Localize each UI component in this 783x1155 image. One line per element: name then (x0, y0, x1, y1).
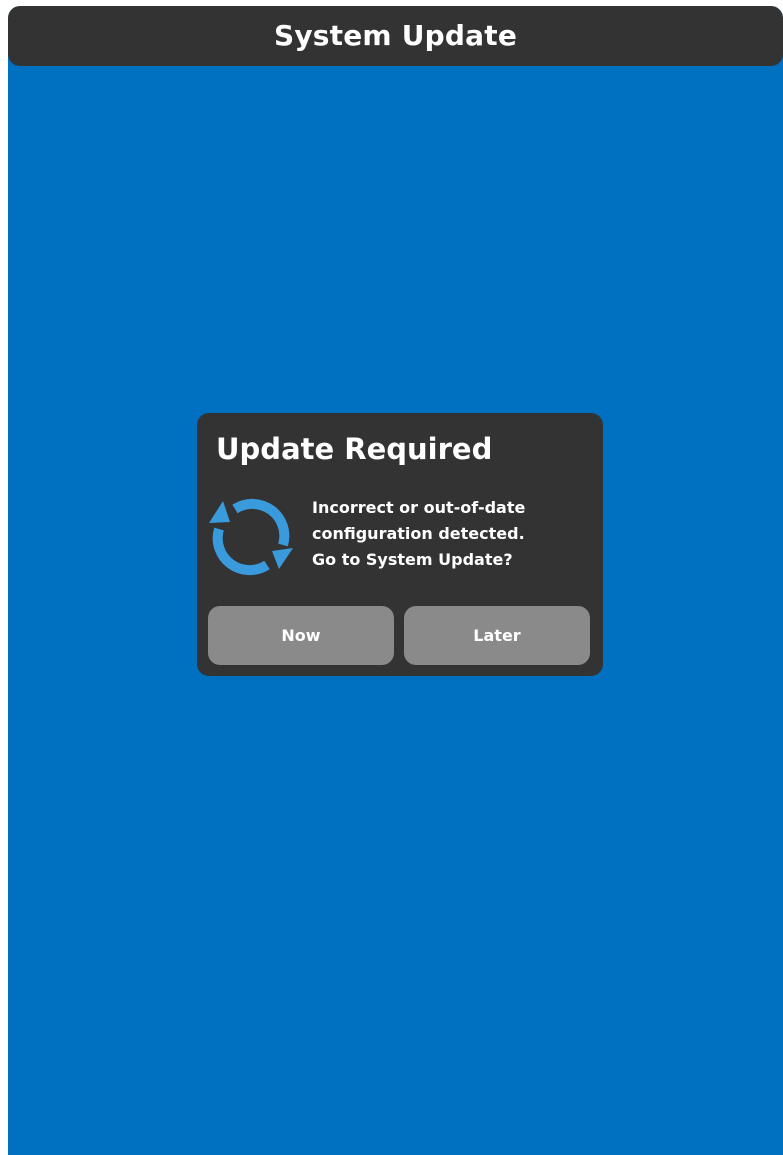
later-button[interactable]: Later (404, 606, 590, 665)
refresh-icon (205, 489, 297, 581)
update-required-dialog: Update Required Incorrect or out-of-date… (197, 413, 603, 676)
message-line: Incorrect or out-of-date (312, 498, 526, 517)
message-line: Go to System Update? (312, 550, 513, 569)
message-line: configuration detected. (312, 524, 525, 543)
dialog-message: Incorrect or out-of-date configuration d… (312, 495, 592, 573)
now-button[interactable]: Now (208, 606, 394, 665)
window-title: System Update (273, 18, 518, 52)
title-bar: System Update (8, 6, 783, 66)
dialog-title: Update Required (216, 432, 493, 466)
update-screen: System Update Update Required Incorrect … (8, 6, 783, 1155)
